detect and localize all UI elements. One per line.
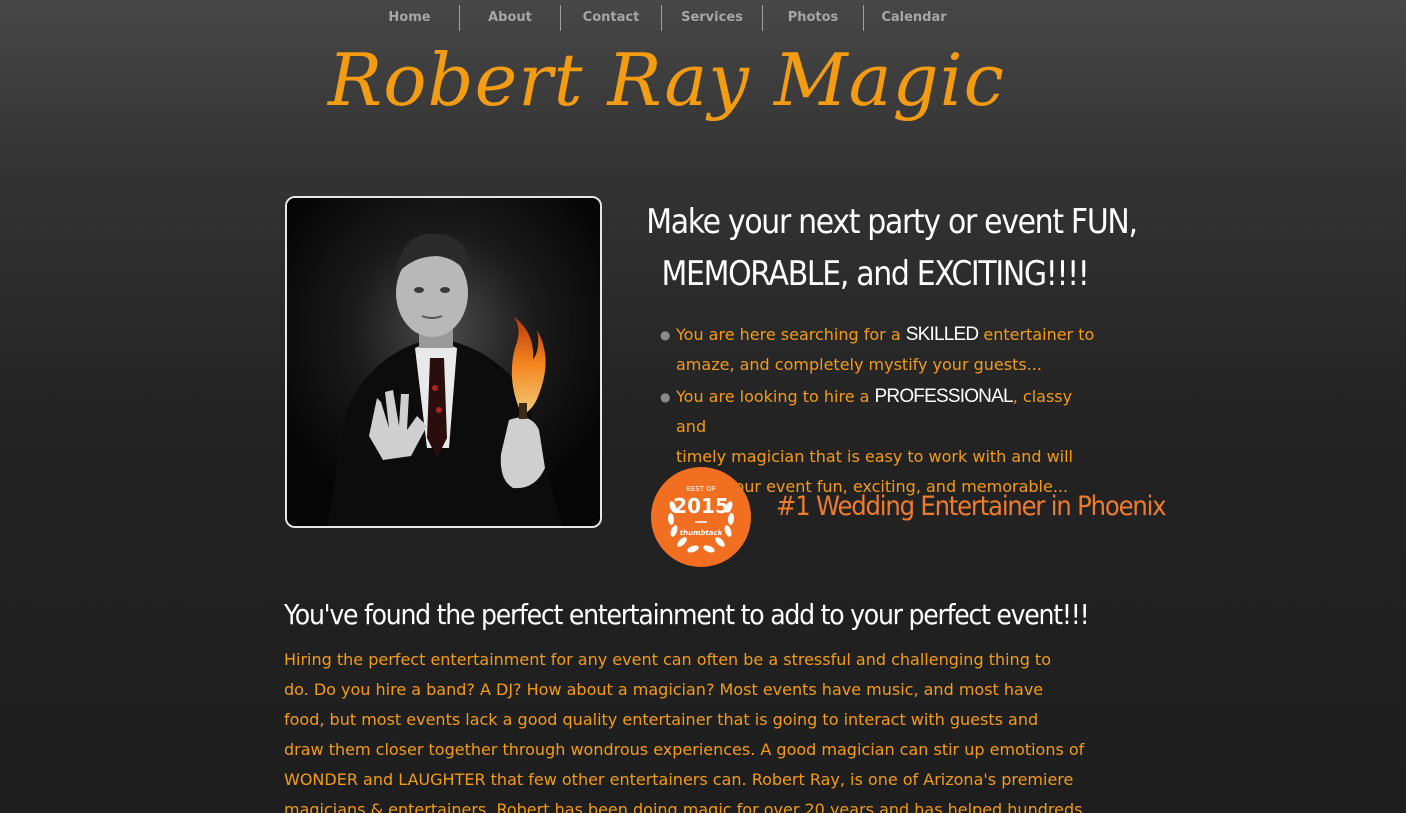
bullet-highlight: PROFESSIONAL	[874, 386, 1014, 407]
hero-headline: Make your next party or event FUN, MEMOR…	[646, 196, 1138, 300]
bullet-text-pre: You are here searching for a	[676, 325, 906, 344]
magician-photo	[285, 196, 602, 528]
hero-headline-line2: MEMORABLE, and EXCITING!!!!	[661, 254, 1089, 294]
nav-home[interactable]: Home	[360, 5, 459, 31]
bullet-text-line2: amaze, and completely mystify your guest…	[676, 355, 1042, 374]
nav-about[interactable]: About	[459, 5, 560, 31]
section-title: You've found the perfect entertainment t…	[284, 598, 1090, 631]
badge-top-text: BEST OF	[686, 485, 716, 493]
bullet-text-line2: timely magician that is easy to work wit…	[676, 447, 1073, 466]
award-heading: #1 Wedding Entertainer in Phoenix	[776, 491, 1167, 522]
paragraph-line: magicians & entertainers. Robert has bee…	[284, 800, 1083, 813]
badge-brand: thumbtack	[680, 529, 724, 537]
best-of-badge[interactable]: BEST OF 2015 thumbtack	[651, 467, 751, 567]
paragraph-line: WONDER and LAUGHTER that few other enter…	[284, 770, 1074, 789]
badge-year: 2015	[673, 494, 729, 518]
site-logo-title[interactable]: Robert Ray Magic	[328, 38, 1005, 122]
nav-contact[interactable]: Contact	[560, 5, 661, 31]
nav-calendar[interactable]: Calendar	[863, 5, 964, 31]
nav-photos[interactable]: Photos	[762, 5, 863, 31]
bullet-dot-icon: ●	[660, 390, 671, 404]
bullet-highlight: SKILLED	[905, 324, 979, 345]
paragraph-line: food, but most events lack a good qualit…	[284, 710, 1039, 729]
main-nav: Home About Contact Services Photos Calen…	[360, 5, 964, 31]
bullet-dot-icon: ●	[660, 328, 671, 342]
nav-services[interactable]: Services	[661, 5, 762, 31]
list-item: ● You are here searching for a SKILLED e…	[660, 320, 1100, 380]
paragraph-line: draw them closer together through wondro…	[284, 740, 1085, 759]
bullet-text-pre: You are looking to hire a	[676, 387, 875, 406]
hero-headline-line1: Make your next party or event FUN,	[646, 202, 1138, 242]
paragraph-line: Hiring the perfect entertainment for any…	[284, 650, 1051, 669]
paragraph-line: do. Do you hire a band? A DJ? How about …	[284, 680, 1044, 699]
intro-paragraph: Hiring the perfect entertainment for any…	[284, 645, 1114, 813]
bullet-text-post: entertainer to	[978, 325, 1095, 344]
